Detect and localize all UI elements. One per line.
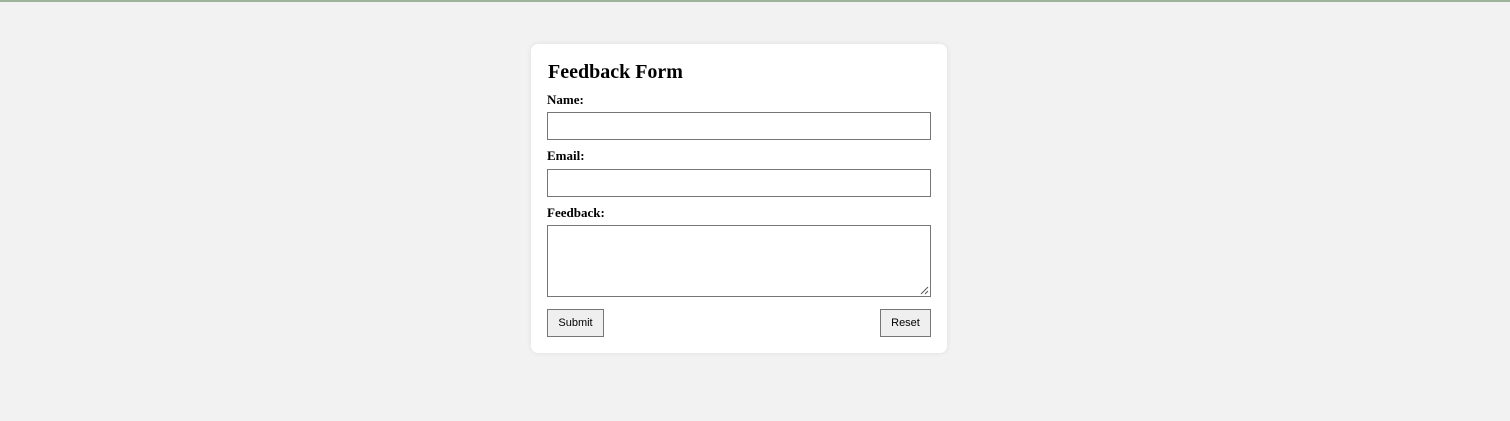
form-title: Feedback Form <box>548 61 683 83</box>
feedback-form-card: Feedback Form Name: Email: Feedback: Sub… <box>531 44 947 353</box>
email-input[interactable] <box>547 169 931 197</box>
top-border <box>0 0 1510 2</box>
reset-button[interactable]: Reset <box>880 309 931 337</box>
submit-button[interactable]: Submit <box>547 309 604 337</box>
name-input[interactable] <box>547 112 931 140</box>
feedback-textarea[interactable] <box>547 225 931 297</box>
name-label: Name: <box>547 92 584 107</box>
email-label: Email: <box>547 148 585 163</box>
feedback-label: Feedback: <box>547 205 605 220</box>
